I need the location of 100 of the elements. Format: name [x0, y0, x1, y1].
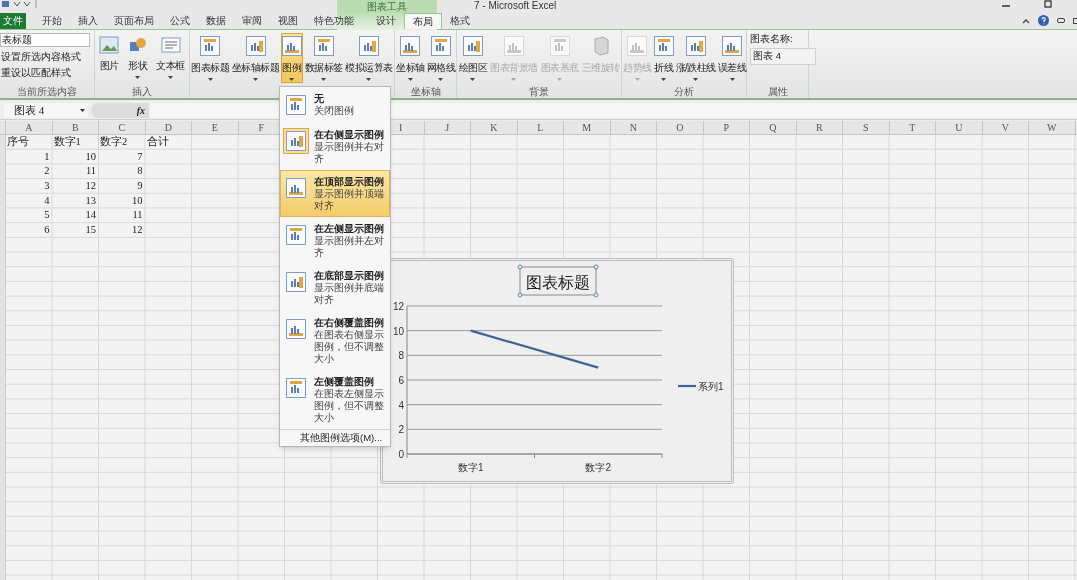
chart-title[interactable]: 图表标题	[526, 274, 590, 291]
resize-handle[interactable]	[517, 292, 523, 298]
chart-icon	[286, 178, 306, 198]
chart-icon	[358, 36, 379, 56]
resize-handle[interactable]	[593, 264, 599, 270]
ribbon-button[interactable]: 图例	[281, 33, 303, 83]
resize-handle[interactable]	[593, 292, 599, 298]
menu-item[interactable]: 无 关闭图例	[280, 87, 390, 123]
group-label: 坐标轴	[410, 85, 441, 98]
minimize-icon[interactable]	[1057, 18, 1065, 23]
ribbon-button[interactable]: 模拟运算表	[344, 33, 394, 83]
function-button[interactable]: fx	[136, 102, 145, 118]
ribbon-button[interactable]: 设置所选内容格式	[0, 51, 90, 63]
ribbon-tab[interactable]: 特色功能	[306, 13, 362, 29]
axis-label: 8	[398, 350, 404, 362]
chart-name-field[interactable]: 图表 4	[750, 48, 816, 65]
chart-icon	[286, 225, 306, 245]
axis-label: 0	[398, 449, 404, 460]
table-cell-text: 12	[131, 223, 144, 238]
chart-icon	[722, 36, 743, 56]
axis-label: 2	[398, 424, 404, 436]
name-box[interactable]: 图表 4	[4, 102, 88, 118]
menu-item[interactable]: 在顶部显示图例 显示图例并顶端对齐	[280, 170, 390, 217]
table-cell-text: 2	[43, 164, 51, 179]
table-cell-text: 15	[84, 223, 97, 238]
group-label: 当前所选内容	[17, 85, 77, 98]
group-label: 背景	[529, 85, 549, 98]
table-cell-text: 数字2	[99, 135, 129, 149]
restore-icon[interactable]	[1073, 17, 1077, 24]
table-cell-text: 6	[43, 223, 51, 238]
table-cell-text: 10	[84, 149, 97, 164]
ribbon-button[interactable]: 折线	[652, 33, 675, 83]
ribbon-button[interactable]: 图片	[98, 33, 121, 83]
table-cell-text: 4	[43, 193, 51, 208]
axis-label: 数字1	[457, 462, 484, 473]
ribbon-button[interactable]: 形状	[126, 33, 149, 83]
chart-icon	[286, 378, 306, 398]
minimize-icon[interactable]	[1000, 2, 1012, 8]
table-cell-text: 数字1	[52, 135, 82, 149]
ribbon-tab[interactable]: 页面布局	[106, 13, 162, 29]
picture-icon	[99, 36, 120, 54]
axis-label: 数字2	[585, 462, 612, 473]
ribbon-tab[interactable]: 文件	[0, 13, 26, 29]
restore-icon[interactable]	[1042, 0, 1054, 9]
table-cell-text: 12	[84, 179, 97, 194]
ribbon-button[interactable]: 绘图区	[457, 33, 488, 83]
ribbon-button[interactable]: 坐标轴标题	[230, 33, 281, 83]
ribbon-button[interactable]: 误差线	[716, 33, 748, 83]
chart-icon	[400, 36, 421, 56]
chart-icon	[627, 36, 648, 56]
ribbon-tab[interactable]: 格式	[442, 13, 478, 29]
ribbon-button[interactable]: 网格线	[425, 33, 456, 83]
table-cell-text: 7	[136, 149, 144, 164]
menu-item[interactable]: 其他图例选项(M)...	[280, 429, 390, 446]
ribbon-tab[interactable]: 审阅	[234, 13, 270, 29]
chart-icon	[313, 36, 334, 56]
table-cell-text: 3	[43, 179, 51, 194]
help-icon[interactable]	[1038, 15, 1049, 26]
table-cell-text: 13	[84, 193, 97, 208]
chart-icon	[245, 36, 266, 56]
chart-icon	[200, 36, 221, 56]
ribbon-button[interactable]: 重设以匹配样式	[0, 67, 90, 79]
ribbon-button[interactable]: 坐标轴	[395, 33, 426, 83]
window-title: 7 - Microsoft Excel	[474, 0, 557, 12]
ribbon-tab[interactable]: 数据	[198, 13, 234, 29]
ribbon-tab[interactable]: 开始	[34, 13, 70, 29]
ribbon-button[interactable]: 涨/跌柱线	[674, 33, 717, 83]
field-label: 图表名称:	[750, 33, 794, 45]
ribbon-button[interactable]: 文本框	[155, 33, 186, 83]
table-cell-text: 11	[84, 164, 97, 179]
chart-icon	[503, 36, 524, 56]
table-cell-text: 10	[131, 193, 144, 208]
axis-label: 12	[392, 301, 404, 312]
chart-icon	[685, 36, 706, 56]
cube-icon	[591, 36, 610, 56]
table-cell-text: 序号	[6, 135, 30, 149]
chart-icon	[286, 272, 306, 292]
table-cell-text: 8	[136, 164, 144, 179]
chart-icon	[462, 36, 483, 56]
group-label: 分析	[674, 85, 694, 98]
chart-icon	[282, 36, 302, 56]
element-dropdown[interactable]: 表标题	[0, 33, 90, 47]
ribbon-tab[interactable]: 插入	[70, 13, 106, 29]
ribbon-button[interactable]: 图表标题	[190, 33, 231, 83]
resize-handle[interactable]	[517, 264, 523, 270]
chart-icon	[549, 36, 570, 56]
ribbon-tab[interactable]: 视图	[270, 13, 306, 29]
ribbon-button[interactable]: 数据标签	[303, 33, 344, 83]
table-cell-text: 9	[136, 179, 144, 194]
chart-icon	[653, 36, 674, 56]
chart-icon	[286, 319, 306, 339]
group-label: 插入	[132, 85, 152, 98]
ribbon-tab[interactable]: 布局	[404, 13, 442, 29]
chart-icon	[286, 131, 306, 151]
table-cell-text: 合计	[145, 135, 170, 149]
quick-access-icon	[0, 0, 40, 9]
ribbon-tab[interactable]: 公式	[162, 13, 198, 29]
collapse-ribbon-icon[interactable]	[1022, 17, 1030, 24]
table-cell-text: 5	[43, 208, 51, 223]
ribbon-tab[interactable]: 设计	[368, 13, 404, 29]
